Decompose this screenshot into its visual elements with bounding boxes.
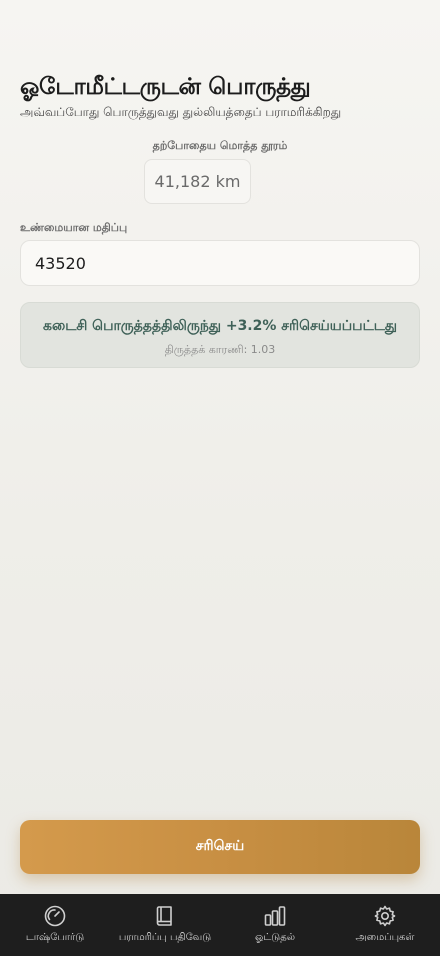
tab-settings[interactable]: அமைப்புகள் bbox=[330, 894, 440, 956]
tab-driving-label: ஓட்டுதல் bbox=[254, 932, 296, 943]
tab-settings-label: அமைப்புகள் bbox=[355, 932, 415, 943]
speedometer-icon bbox=[44, 905, 66, 927]
actual-value-label: உண்மையான மதிப்பு bbox=[20, 221, 128, 234]
adjust-button[interactable]: சரிசெய் bbox=[20, 820, 420, 874]
actual-value-input[interactable] bbox=[20, 240, 420, 286]
current-distance-label: தற்போதைய மொத்த தூரம் bbox=[152, 139, 288, 152]
tab-maintenance-log-label: பராமரிப்பு பதிவேடு bbox=[118, 932, 212, 943]
calibration-info-card: கடைசி பொருத்தத்திலிருந்து +3.2% சரிசெய்ய… bbox=[20, 302, 420, 368]
tab-dashboard-label: டாஷ்போர்டு bbox=[25, 932, 85, 943]
page-subtitle: அவ்வப்போது பொருத்துவது துல்லியத்தைப் பரா… bbox=[20, 105, 342, 119]
page-title: ஓடோமீட்டருடன் பொருத்து bbox=[20, 74, 311, 100]
current-distance-value: 41,182 km bbox=[144, 159, 251, 204]
bar-chart-icon bbox=[264, 906, 286, 926]
tab-dashboard[interactable]: டாஷ்போர்டு bbox=[0, 894, 110, 956]
tab-bar: டாஷ்போர்டு பராமரிப்பு பதிவேடு ஓட்டுதல் அ… bbox=[0, 894, 440, 956]
tab-driving[interactable]: ஓட்டுதல் bbox=[220, 894, 330, 956]
book-icon bbox=[156, 906, 172, 926]
correction-factor: திருத்தக் காரணி: 1.03 bbox=[164, 343, 276, 356]
calibration-info-main: கடைசி பொருத்தத்திலிருந்து +3.2% சரிசெய்ய… bbox=[42, 318, 398, 334]
gear-icon bbox=[374, 905, 396, 927]
tab-maintenance-log[interactable]: பராமரிப்பு பதிவேடு bbox=[110, 894, 220, 956]
